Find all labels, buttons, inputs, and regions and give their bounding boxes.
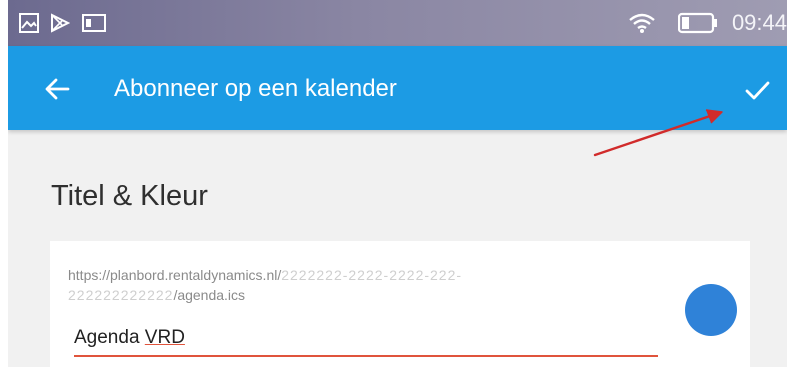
url-redacted-part: 2222222-2222-2222-222-: [281, 267, 463, 283]
status-bar: 09:44: [8, 0, 787, 46]
checkmark-icon: [742, 81, 772, 109]
section-title: Titel & Kleur: [51, 180, 208, 212]
url-redacted-part-2: 222222222222: [68, 287, 174, 303]
color-picker-button[interactable]: [685, 284, 737, 336]
image-icon: [19, 13, 39, 38]
battery-icon: [677, 12, 718, 39]
calendar-url: https://planbord.rentaldynamics.nl/22222…: [68, 265, 628, 305]
arrow-left-icon: [42, 78, 72, 108]
wifi-icon: [628, 12, 656, 39]
app-screen: 09:44 Abonneer op een kalender Titel & K…: [8, 0, 787, 367]
calendar-name-field[interactable]: [74, 325, 658, 357]
page-title: Abonneer op een kalender: [114, 75, 397, 102]
annotation-arrow: [588, 100, 738, 170]
back-button[interactable]: [42, 74, 72, 104]
confirm-button[interactable]: [742, 75, 772, 105]
play-store-icon: [50, 13, 71, 38]
notification-icon: [82, 13, 106, 38]
url-suffix: /agenda.ics: [173, 287, 246, 303]
status-time: 09:44: [731, 10, 787, 35]
url-prefix: https://planbord.rentaldynamics.nl/: [68, 267, 282, 283]
